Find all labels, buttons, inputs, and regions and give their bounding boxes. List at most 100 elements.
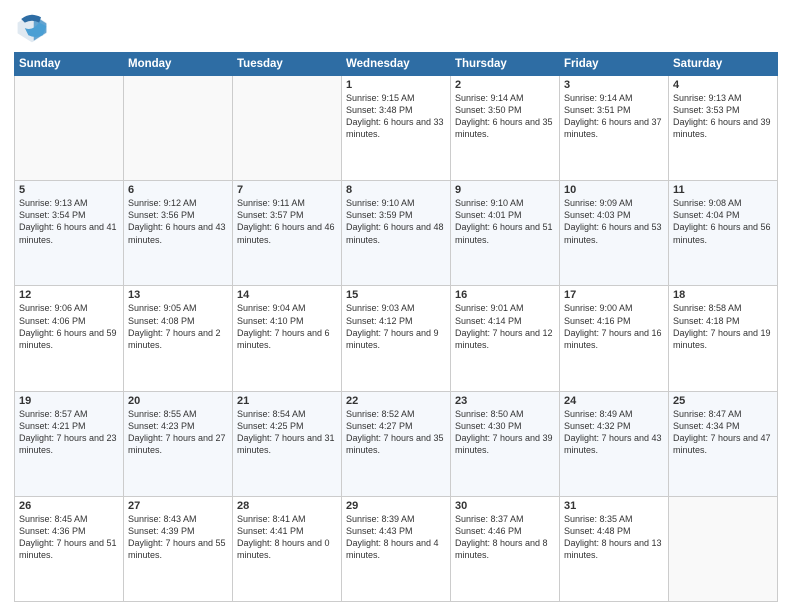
day-info: Sunrise: 9:10 AMSunset: 4:01 PMDaylight:…: [455, 197, 555, 246]
day-number: 3: [564, 79, 664, 91]
day-number: 8: [346, 184, 446, 196]
day-info: Sunrise: 9:05 AMSunset: 4:08 PMDaylight:…: [128, 302, 228, 351]
calendar-day-empty: [15, 76, 124, 181]
calendar-day-2: 2Sunrise: 9:14 AMSunset: 3:50 PMDaylight…: [451, 76, 560, 181]
day-number: 20: [128, 395, 228, 407]
day-number: 15: [346, 289, 446, 301]
calendar-day-empty: [669, 496, 778, 601]
day-number: 19: [19, 395, 119, 407]
day-number: 27: [128, 500, 228, 512]
weekday-header-row: SundayMondayTuesdayWednesdayThursdayFrid…: [15, 53, 778, 76]
day-info: Sunrise: 8:45 AMSunset: 4:36 PMDaylight:…: [19, 513, 119, 562]
day-number: 31: [564, 500, 664, 512]
day-number: 28: [237, 500, 337, 512]
day-number: 17: [564, 289, 664, 301]
calendar-day-1: 1Sunrise: 9:15 AMSunset: 3:48 PMDaylight…: [342, 76, 451, 181]
calendar-day-17: 17Sunrise: 9:00 AMSunset: 4:16 PMDayligh…: [560, 286, 669, 391]
day-number: 7: [237, 184, 337, 196]
weekday-header-friday: Friday: [560, 53, 669, 76]
calendar-day-19: 19Sunrise: 8:57 AMSunset: 4:21 PMDayligh…: [15, 391, 124, 496]
day-info: Sunrise: 8:52 AMSunset: 4:27 PMDaylight:…: [346, 408, 446, 457]
day-number: 14: [237, 289, 337, 301]
day-info: Sunrise: 8:54 AMSunset: 4:25 PMDaylight:…: [237, 408, 337, 457]
weekday-header-tuesday: Tuesday: [233, 53, 342, 76]
day-number: 29: [346, 500, 446, 512]
calendar-week-row: 19Sunrise: 8:57 AMSunset: 4:21 PMDayligh…: [15, 391, 778, 496]
day-number: 26: [19, 500, 119, 512]
day-info: Sunrise: 9:06 AMSunset: 4:06 PMDaylight:…: [19, 302, 119, 351]
day-info: Sunrise: 8:39 AMSunset: 4:43 PMDaylight:…: [346, 513, 446, 562]
calendar-day-20: 20Sunrise: 8:55 AMSunset: 4:23 PMDayligh…: [124, 391, 233, 496]
calendar-week-row: 12Sunrise: 9:06 AMSunset: 4:06 PMDayligh…: [15, 286, 778, 391]
day-number: 24: [564, 395, 664, 407]
calendar-table: SundayMondayTuesdayWednesdayThursdayFrid…: [14, 52, 778, 602]
day-number: 6: [128, 184, 228, 196]
day-info: Sunrise: 9:00 AMSunset: 4:16 PMDaylight:…: [564, 302, 664, 351]
day-number: 23: [455, 395, 555, 407]
day-info: Sunrise: 9:13 AMSunset: 3:53 PMDaylight:…: [673, 92, 773, 141]
day-info: Sunrise: 9:04 AMSunset: 4:10 PMDaylight:…: [237, 302, 337, 351]
calendar-day-22: 22Sunrise: 8:52 AMSunset: 4:27 PMDayligh…: [342, 391, 451, 496]
day-number: 18: [673, 289, 773, 301]
calendar-day-27: 27Sunrise: 8:43 AMSunset: 4:39 PMDayligh…: [124, 496, 233, 601]
calendar-day-29: 29Sunrise: 8:39 AMSunset: 4:43 PMDayligh…: [342, 496, 451, 601]
calendar-week-row: 5Sunrise: 9:13 AMSunset: 3:54 PMDaylight…: [15, 181, 778, 286]
day-number: 16: [455, 289, 555, 301]
day-info: Sunrise: 8:35 AMSunset: 4:48 PMDaylight:…: [564, 513, 664, 562]
calendar-day-24: 24Sunrise: 8:49 AMSunset: 4:32 PMDayligh…: [560, 391, 669, 496]
day-info: Sunrise: 9:11 AMSunset: 3:57 PMDaylight:…: [237, 197, 337, 246]
calendar-day-12: 12Sunrise: 9:06 AMSunset: 4:06 PMDayligh…: [15, 286, 124, 391]
day-number: 21: [237, 395, 337, 407]
day-number: 30: [455, 500, 555, 512]
day-info: Sunrise: 8:50 AMSunset: 4:30 PMDaylight:…: [455, 408, 555, 457]
day-number: 5: [19, 184, 119, 196]
calendar-day-3: 3Sunrise: 9:14 AMSunset: 3:51 PMDaylight…: [560, 76, 669, 181]
calendar-day-25: 25Sunrise: 8:47 AMSunset: 4:34 PMDayligh…: [669, 391, 778, 496]
day-info: Sunrise: 8:57 AMSunset: 4:21 PMDaylight:…: [19, 408, 119, 457]
calendar-day-31: 31Sunrise: 8:35 AMSunset: 4:48 PMDayligh…: [560, 496, 669, 601]
day-info: Sunrise: 8:58 AMSunset: 4:18 PMDaylight:…: [673, 302, 773, 351]
page: SundayMondayTuesdayWednesdayThursdayFrid…: [0, 0, 792, 612]
logo-icon: [14, 10, 50, 46]
weekday-header-saturday: Saturday: [669, 53, 778, 76]
calendar-day-21: 21Sunrise: 8:54 AMSunset: 4:25 PMDayligh…: [233, 391, 342, 496]
calendar-day-30: 30Sunrise: 8:37 AMSunset: 4:46 PMDayligh…: [451, 496, 560, 601]
calendar-day-empty: [233, 76, 342, 181]
calendar-day-14: 14Sunrise: 9:04 AMSunset: 4:10 PMDayligh…: [233, 286, 342, 391]
calendar-day-10: 10Sunrise: 9:09 AMSunset: 4:03 PMDayligh…: [560, 181, 669, 286]
logo: [14, 10, 54, 46]
day-info: Sunrise: 8:49 AMSunset: 4:32 PMDaylight:…: [564, 408, 664, 457]
calendar-day-6: 6Sunrise: 9:12 AMSunset: 3:56 PMDaylight…: [124, 181, 233, 286]
calendar-day-9: 9Sunrise: 9:10 AMSunset: 4:01 PMDaylight…: [451, 181, 560, 286]
calendar-day-4: 4Sunrise: 9:13 AMSunset: 3:53 PMDaylight…: [669, 76, 778, 181]
day-info: Sunrise: 9:14 AMSunset: 3:50 PMDaylight:…: [455, 92, 555, 141]
day-info: Sunrise: 9:13 AMSunset: 3:54 PMDaylight:…: [19, 197, 119, 246]
day-number: 9: [455, 184, 555, 196]
day-info: Sunrise: 9:09 AMSunset: 4:03 PMDaylight:…: [564, 197, 664, 246]
calendar-day-7: 7Sunrise: 9:11 AMSunset: 3:57 PMDaylight…: [233, 181, 342, 286]
weekday-header-monday: Monday: [124, 53, 233, 76]
day-info: Sunrise: 9:03 AMSunset: 4:12 PMDaylight:…: [346, 302, 446, 351]
day-info: Sunrise: 8:47 AMSunset: 4:34 PMDaylight:…: [673, 408, 773, 457]
day-number: 12: [19, 289, 119, 301]
day-info: Sunrise: 9:15 AMSunset: 3:48 PMDaylight:…: [346, 92, 446, 141]
day-info: Sunrise: 9:12 AMSunset: 3:56 PMDaylight:…: [128, 197, 228, 246]
day-number: 22: [346, 395, 446, 407]
day-number: 2: [455, 79, 555, 91]
day-info: Sunrise: 8:43 AMSunset: 4:39 PMDaylight:…: [128, 513, 228, 562]
day-number: 10: [564, 184, 664, 196]
calendar-day-15: 15Sunrise: 9:03 AMSunset: 4:12 PMDayligh…: [342, 286, 451, 391]
day-info: Sunrise: 9:14 AMSunset: 3:51 PMDaylight:…: [564, 92, 664, 141]
calendar-day-28: 28Sunrise: 8:41 AMSunset: 4:41 PMDayligh…: [233, 496, 342, 601]
weekday-header-sunday: Sunday: [15, 53, 124, 76]
day-info: Sunrise: 9:10 AMSunset: 3:59 PMDaylight:…: [346, 197, 446, 246]
calendar-day-18: 18Sunrise: 8:58 AMSunset: 4:18 PMDayligh…: [669, 286, 778, 391]
day-info: Sunrise: 8:37 AMSunset: 4:46 PMDaylight:…: [455, 513, 555, 562]
day-info: Sunrise: 9:08 AMSunset: 4:04 PMDaylight:…: [673, 197, 773, 246]
weekday-header-wednesday: Wednesday: [342, 53, 451, 76]
day-info: Sunrise: 8:55 AMSunset: 4:23 PMDaylight:…: [128, 408, 228, 457]
calendar-day-26: 26Sunrise: 8:45 AMSunset: 4:36 PMDayligh…: [15, 496, 124, 601]
day-info: Sunrise: 9:01 AMSunset: 4:14 PMDaylight:…: [455, 302, 555, 351]
header: [14, 10, 778, 46]
day-info: Sunrise: 8:41 AMSunset: 4:41 PMDaylight:…: [237, 513, 337, 562]
